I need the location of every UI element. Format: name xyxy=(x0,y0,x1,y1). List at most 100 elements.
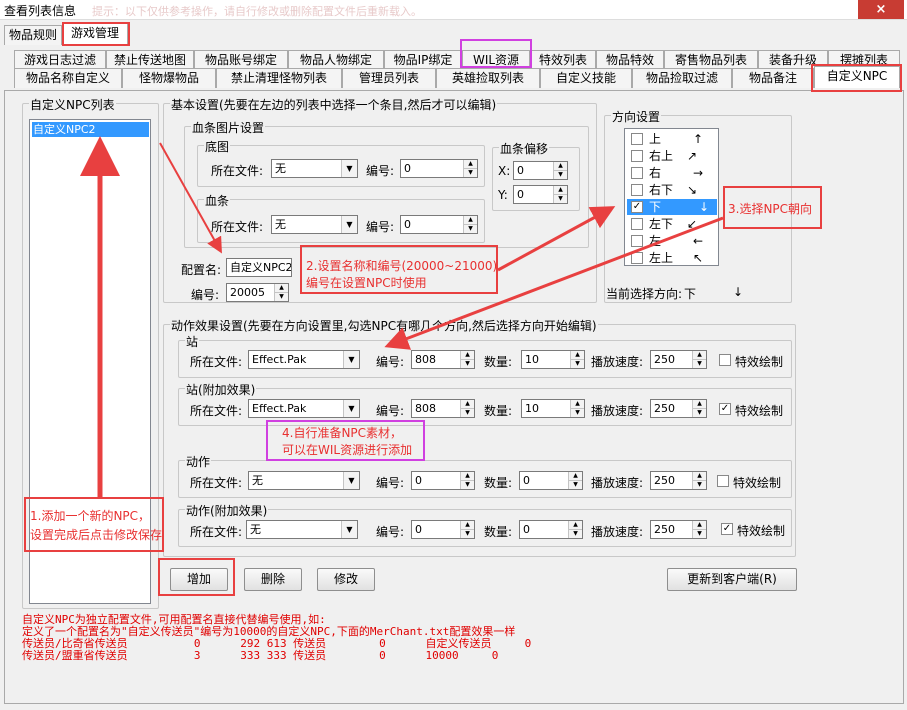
stand-file-select[interactable]: Effect.Pak ▼ xyxy=(248,350,360,369)
bar-file-select[interactable]: 无 ▼ xyxy=(271,215,358,234)
spin-up-icon[interactable]: ▲ xyxy=(692,472,706,481)
spin-down-icon[interactable]: ▼ xyxy=(692,409,706,417)
offset-x-stepper[interactable]: 0 ▲ ▼ xyxy=(513,161,568,180)
stand-extra-speed-stepper[interactable]: 250 ▲ ▼ xyxy=(650,399,707,418)
spin-up-icon[interactable]: ▲ xyxy=(553,162,567,171)
base-file-select[interactable]: 无 ▼ xyxy=(271,159,358,178)
spin-up-icon[interactable]: ▲ xyxy=(463,216,477,225)
tab-item-char-bind[interactable]: 物品人物绑定 xyxy=(288,50,384,70)
direction-item-right[interactable]: 右 → xyxy=(627,165,717,181)
direction-checkbox[interactable] xyxy=(631,167,643,179)
direction-checkbox[interactable] xyxy=(631,184,643,196)
direction-item-left[interactable]: 左 ← xyxy=(627,233,717,249)
stand-speed-stepper[interactable]: 250 ▲ ▼ xyxy=(650,350,707,369)
act-speed-stepper[interactable]: 250 ▲ ▼ xyxy=(650,471,707,490)
direction-checkbox[interactable] xyxy=(631,252,643,264)
spin-down-icon[interactable]: ▼ xyxy=(463,225,477,233)
direction-checkbox[interactable] xyxy=(631,218,643,230)
act-extra-effect-checkbox-checked[interactable]: ✓ xyxy=(721,523,733,535)
tab-monster-drop[interactable]: 怪物爆物品 xyxy=(122,68,216,88)
direction-item-down-left[interactable]: 左下 ↙ xyxy=(627,216,717,232)
act-extra-count-stepper[interactable]: 0 ▲ ▼ xyxy=(519,520,583,539)
tab-item-note[interactable]: 物品备注 xyxy=(732,68,814,88)
spin-down-icon[interactable]: ▼ xyxy=(460,409,474,417)
direction-list[interactable]: 上 ↑ 右上 ↗ 右 → 右下 ↘ ✓ 下 ↓ 左下 ↙ 左 ← 左上 ↖ xyxy=(624,128,719,266)
tab-item-rules[interactable]: 物品规则 xyxy=(4,25,62,45)
tab-custom-skill[interactable]: 自定义技能 xyxy=(540,68,632,88)
spin-down-icon[interactable]: ▼ xyxy=(460,530,474,538)
spin-up-icon[interactable]: ▲ xyxy=(463,160,477,169)
spin-up-icon[interactable]: ▲ xyxy=(692,351,706,360)
tab-no-teleport-map[interactable]: 禁止传送地图 xyxy=(106,50,194,70)
spin-down-icon[interactable]: ▼ xyxy=(570,409,584,417)
spin-down-icon[interactable]: ▼ xyxy=(692,360,706,368)
close-button[interactable]: × xyxy=(858,0,904,19)
npc-list-item[interactable]: 自定义NPC2 xyxy=(32,122,149,137)
spin-up-icon[interactable]: ▲ xyxy=(570,400,584,409)
tab-item-ip-bind[interactable]: 物品IP绑定 xyxy=(384,50,462,70)
spin-up-icon[interactable]: ▲ xyxy=(460,400,474,409)
stand-num-stepper[interactable]: 808 ▲ ▼ xyxy=(411,350,475,369)
direction-checkbox[interactable] xyxy=(631,235,643,247)
tab-admin-list[interactable]: 管理员列表 xyxy=(342,68,436,88)
spin-down-icon[interactable]: ▼ xyxy=(570,360,584,368)
act-file-select[interactable]: 无 ▼ xyxy=(248,471,360,490)
bar-num-stepper[interactable]: 0 ▲ ▼ xyxy=(400,215,478,234)
spin-down-icon[interactable]: ▼ xyxy=(460,481,474,489)
tab-hero-pickup-list[interactable]: 英雄捡取列表 xyxy=(436,68,540,88)
tab-item-account-bind[interactable]: 物品账号绑定 xyxy=(194,50,288,70)
spin-up-icon[interactable]: ▲ xyxy=(460,351,474,360)
modify-button[interactable]: 修改 xyxy=(317,568,375,591)
direction-item-down[interactable]: ✓ 下 ↓ xyxy=(627,199,717,215)
spin-up-icon[interactable]: ▲ xyxy=(568,521,582,530)
stand-effect-checkbox[interactable] xyxy=(719,354,731,366)
spin-down-icon[interactable]: ▼ xyxy=(568,481,582,489)
spin-down-icon[interactable]: ▼ xyxy=(463,169,477,177)
stand-extra-file-select[interactable]: Effect.Pak ▼ xyxy=(248,399,360,418)
npc-id-stepper[interactable]: 20005 ▲ ▼ xyxy=(226,283,289,302)
stand-count-stepper[interactable]: 10 ▲ ▼ xyxy=(521,350,585,369)
spin-down-icon[interactable]: ▼ xyxy=(460,360,474,368)
spin-up-icon[interactable]: ▲ xyxy=(553,186,567,195)
direction-item-up[interactable]: 上 ↑ xyxy=(627,131,717,147)
base-num-stepper[interactable]: 0 ▲ ▼ xyxy=(400,159,478,178)
tab-effect-list[interactable]: 特效列表 xyxy=(530,50,596,70)
spin-up-icon[interactable]: ▲ xyxy=(570,351,584,360)
update-client-button[interactable]: 更新到客户端(R) xyxy=(667,568,797,591)
stand-extra-effect-checkbox-checked[interactable]: ✓ xyxy=(719,403,731,415)
tab-item-effect[interactable]: 物品特效 xyxy=(596,50,664,70)
offset-y-stepper[interactable]: 0 ▲ ▼ xyxy=(513,185,568,204)
config-name-input[interactable]: 自定义NPC2 xyxy=(226,258,292,277)
act-effect-checkbox[interactable] xyxy=(717,475,729,487)
direction-checkbox[interactable] xyxy=(631,133,643,145)
act-num-stepper[interactable]: 0 ▲ ▼ xyxy=(411,471,475,490)
spin-up-icon[interactable]: ▲ xyxy=(692,400,706,409)
direction-item-up-right[interactable]: 右上 ↗ xyxy=(627,148,717,164)
spin-down-icon[interactable]: ▼ xyxy=(568,530,582,538)
spin-down-icon[interactable]: ▼ xyxy=(692,481,706,489)
tab-item-name-custom[interactable]: 物品名称自定义 xyxy=(14,68,122,88)
spin-up-icon[interactable]: ▲ xyxy=(692,521,706,530)
spin-down-icon[interactable]: ▼ xyxy=(553,171,567,179)
act-count-stepper[interactable]: 0 ▲ ▼ xyxy=(519,471,583,490)
spin-down-icon[interactable]: ▼ xyxy=(553,195,567,203)
tab-consign-list[interactable]: 寄售物品列表 xyxy=(664,50,758,70)
stand-extra-count-stepper[interactable]: 10 ▲ ▼ xyxy=(521,399,585,418)
spin-up-icon[interactable]: ▲ xyxy=(460,521,474,530)
act-extra-num-stepper[interactable]: 0 ▲ ▼ xyxy=(411,520,475,539)
tab-game-log-filter[interactable]: 游戏日志过滤 xyxy=(14,50,106,70)
direction-checkbox-checked[interactable]: ✓ xyxy=(631,201,643,213)
act-extra-file-select[interactable]: 无 ▼ xyxy=(246,520,358,539)
spin-up-icon[interactable]: ▲ xyxy=(568,472,582,481)
tab-item-pickup-filter[interactable]: 物品捡取过滤 xyxy=(632,68,732,88)
direction-item-up-left[interactable]: 左上 ↖ xyxy=(627,250,717,266)
direction-checkbox[interactable] xyxy=(631,150,643,162)
stand-extra-num-stepper[interactable]: 808 ▲ ▼ xyxy=(411,399,475,418)
direction-item-down-right[interactable]: 右下 ↘ xyxy=(627,182,717,198)
act-extra-speed-stepper[interactable]: 250 ▲ ▼ xyxy=(650,520,707,539)
spin-down-icon[interactable]: ▼ xyxy=(274,293,288,301)
delete-button[interactable]: 删除 xyxy=(244,568,302,591)
tab-no-clear-monster[interactable]: 禁止清理怪物列表 xyxy=(216,68,342,88)
spin-down-icon[interactable]: ▼ xyxy=(692,530,706,538)
spin-up-icon[interactable]: ▲ xyxy=(460,472,474,481)
